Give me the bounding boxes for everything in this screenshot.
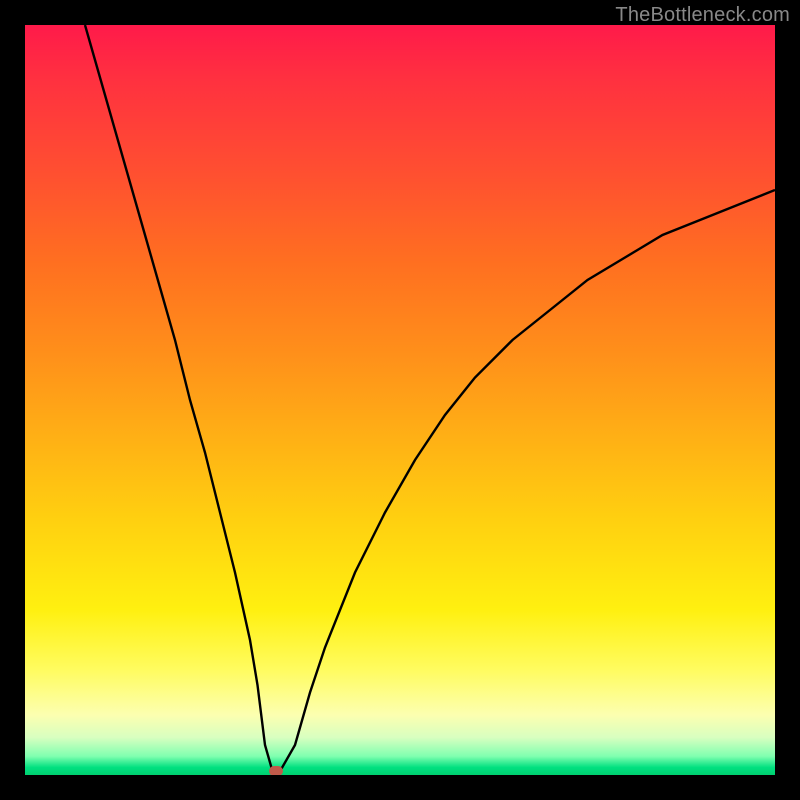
curve-layer <box>25 25 775 775</box>
watermark-text: TheBottleneck.com <box>615 4 790 27</box>
plot-area <box>25 25 775 775</box>
optimum-marker <box>269 766 283 775</box>
bottleneck-curve <box>85 25 775 771</box>
chart-frame: TheBottleneck.com <box>0 0 800 800</box>
